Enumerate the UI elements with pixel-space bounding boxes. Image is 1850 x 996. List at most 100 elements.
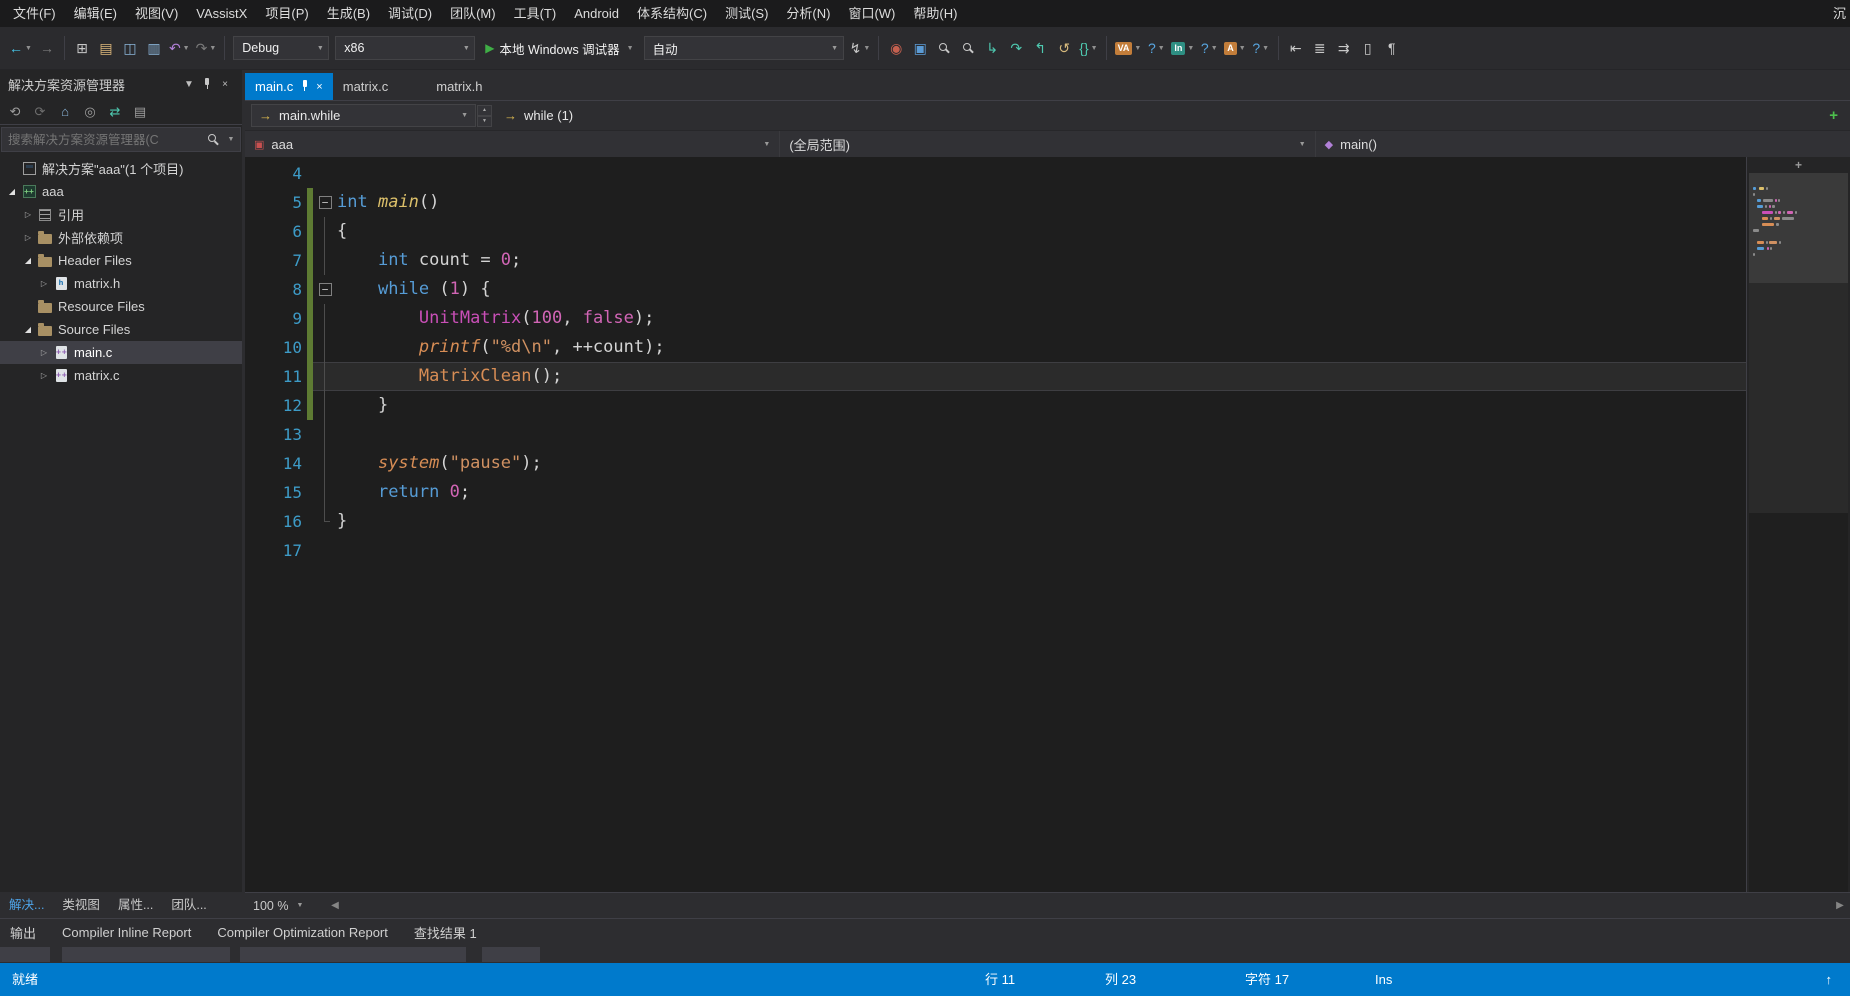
va-outline-button[interactable]: A ▼ [1221, 35, 1248, 61]
solution-configuration-combo[interactable]: Debug ▼ [233, 36, 330, 60]
line-display-button[interactable]: ≣ [1308, 35, 1332, 61]
zoom-control[interactable]: 100 % ▼ [245, 895, 325, 917]
undo-changes-button[interactable]: ↺ [1052, 35, 1076, 61]
close-icon[interactable]: × [316, 81, 322, 93]
code-line[interactable]: 8 − while (1) { [245, 275, 1746, 304]
forward-button[interactable]: ⟳ [29, 101, 51, 123]
expander-icon[interactable]: ▷ [36, 371, 52, 380]
format-code-button[interactable]: {} ▼ [1076, 35, 1100, 61]
tree-item[interactable]: ◢ Source Files [0, 318, 242, 341]
sidebar-tab[interactable]: 类视图 [53, 892, 109, 918]
menu-item[interactable]: 窗口(W) [839, 0, 904, 27]
context-spinner[interactable]: ▲ ▼ [477, 104, 492, 127]
start-debugging-button[interactable]: ▶ 本地 Windows 调试器 ▼ [478, 35, 640, 61]
expander-icon[interactable]: ◢ [20, 325, 36, 334]
menu-item-truncated[interactable]: 沉 [1829, 0, 1850, 27]
sync-with-active-document-button[interactable]: ⇄ [104, 101, 126, 123]
menu-item[interactable]: 体系结构(C) [628, 0, 716, 27]
menu-item[interactable]: VAssistX [187, 0, 256, 27]
navigation-toggle-button[interactable]: ⇤ [1284, 35, 1308, 61]
help-1-button[interactable]: ? ▼ [1144, 35, 1168, 61]
tree-item[interactable]: 解决方案"aaa"(1 个项目) [0, 157, 242, 180]
tree-item[interactable]: ▷ 外部依赖项 [0, 226, 242, 249]
panel-tab[interactable]: Compiler Inline Report [62, 925, 191, 940]
menu-item[interactable]: 工具(T) [505, 0, 566, 27]
expander-icon[interactable]: ▷ [36, 279, 52, 288]
search-icon[interactable] [204, 134, 222, 145]
code-editor[interactable]: 4 5− int main() 6{7 int count = 0; 8− while … [245, 157, 1746, 892]
bookmark-button[interactable]: ▯ [1356, 35, 1380, 61]
sidebar-tab[interactable]: 团队... [162, 892, 215, 918]
menu-item[interactable]: 分析(N) [777, 0, 839, 27]
code-line[interactable]: 12 } [245, 391, 1746, 420]
fold-collapse-icon[interactable]: − [318, 283, 332, 296]
zoom-out-button[interactable] [932, 35, 956, 61]
panel-tab[interactable]: 输出 [10, 923, 36, 942]
document-tab[interactable]: matrix.c [333, 73, 399, 100]
restart-button[interactable]: ◉ [884, 35, 908, 61]
tree-item[interactable]: Resource Files [0, 295, 242, 318]
save-all-button[interactable]: ▥ [142, 35, 166, 61]
code-line[interactable]: 14 system("pause"); [245, 449, 1746, 478]
menu-item[interactable]: 帮助(H) [904, 0, 966, 27]
code-line[interactable]: 13 [245, 420, 1746, 449]
code-inspection-button[interactable]: In ▼ [1168, 35, 1197, 61]
step-out-button[interactable]: ↰ [1028, 35, 1052, 61]
diagnostics-button[interactable]: ▣ [908, 35, 932, 61]
document-tab[interactable]: matrix.h [426, 73, 492, 100]
redo-button[interactable]: ↷ ▼ [193, 35, 220, 61]
scroll-right-icon[interactable]: ▶ [1830, 900, 1850, 911]
menu-item[interactable]: 编辑(E) [65, 0, 126, 27]
menu-item[interactable]: 测试(S) [716, 0, 777, 27]
code-line[interactable]: 15 return 0; [245, 478, 1746, 507]
member-dropdown[interactable]: ◆ main() [1316, 131, 1850, 157]
tree-item[interactable]: ◢ ++ aaa [0, 180, 242, 203]
window-position-icon[interactable]: ▼ [180, 79, 198, 90]
menu-item[interactable]: 团队(M) [441, 0, 505, 27]
save-button[interactable]: ◫ [118, 35, 142, 61]
new-project-button[interactable]: ⊞ [70, 35, 94, 61]
back-button[interactable]: ⟲ [4, 101, 26, 123]
menu-item[interactable]: Android [565, 0, 628, 27]
help-2-button[interactable]: ? ▼ [1197, 35, 1221, 61]
search-options-caret-icon[interactable]: ▼ [222, 136, 240, 143]
tree-item[interactable]: ▷ ++ matrix.c [0, 364, 242, 387]
tree-item[interactable]: ▷ h matrix.h [0, 272, 242, 295]
code-line[interactable]: 10 printf("%d\n", ++count); [245, 333, 1746, 362]
spin-down-icon[interactable]: ▼ [477, 115, 492, 127]
document-tab[interactable]: main.c × [245, 73, 333, 100]
code-line[interactable]: 4 [245, 159, 1746, 188]
code-line[interactable]: 9 UnitMatrix(100, false); [245, 304, 1746, 333]
search-input[interactable] [2, 132, 204, 147]
close-icon[interactable]: × [216, 79, 234, 90]
menu-item[interactable]: 项目(P) [256, 0, 317, 27]
step-into-button[interactable]: ↳ [980, 35, 1004, 61]
add-snippet-icon[interactable]: + [1823, 107, 1844, 124]
attach-to-process-button[interactable]: ↯ ▼ [847, 35, 874, 61]
project-dropdown[interactable]: ▣ aaa ▼ [245, 131, 781, 157]
formatting-marks-button[interactable]: ¶ [1380, 35, 1404, 61]
word-wrap-button[interactable]: ⇉ [1332, 35, 1356, 61]
undo-button[interactable]: ↶ ▼ [166, 35, 193, 61]
scroll-track[interactable] [345, 902, 1830, 910]
step-over-button[interactable]: ↷ [1004, 35, 1028, 61]
scope-dropdown[interactable]: (全局范围) ▼ [780, 131, 1316, 157]
expander-icon[interactable]: ◢ [20, 256, 36, 265]
sidebar-tab[interactable]: 解决... [0, 892, 53, 918]
minimap-scrollbar[interactable]: + [1746, 157, 1850, 892]
home-button[interactable]: ⌂ [54, 101, 76, 123]
expander-icon[interactable]: ◢ [4, 187, 20, 196]
minimap-canvas[interactable] [1749, 173, 1848, 283]
scroll-top-icon[interactable]: ↑ [1826, 963, 1833, 996]
navigate-forward-button[interactable]: → [35, 35, 59, 61]
context-scope-combo[interactable]: → main.while ▼ [251, 104, 476, 127]
code-line[interactable]: 6{ [245, 217, 1746, 246]
splitter-handle-icon[interactable]: + [1747, 157, 1850, 173]
tree-item[interactable]: ▷ 引用 [0, 203, 242, 226]
tree-item[interactable]: ◢ Header Files [0, 249, 242, 272]
debug-target-combo[interactable]: 自动 ▼ [643, 36, 844, 60]
open-file-button[interactable]: ▤ [94, 35, 118, 61]
tree-item[interactable]: ▷ ++ main.c [0, 341, 242, 364]
code-line[interactable]: 16} [245, 507, 1746, 536]
code-line[interactable]: 5 − int main() [245, 188, 1746, 217]
